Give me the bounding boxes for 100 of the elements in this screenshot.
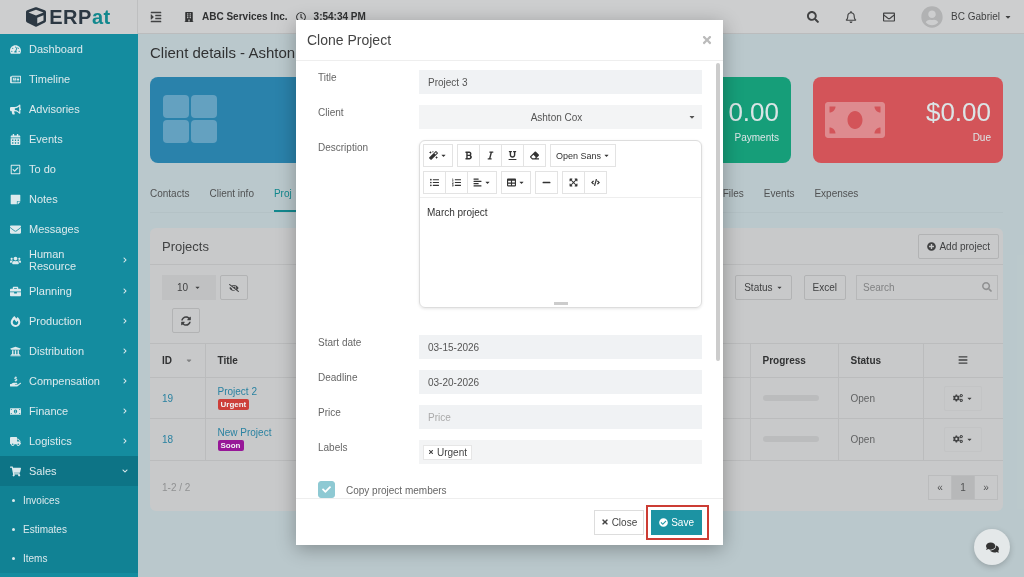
table-cell: 19 xyxy=(150,377,205,419)
table-button[interactable] xyxy=(501,171,531,194)
sidebar-item[interactable]: To do xyxy=(0,154,138,184)
close-button[interactable]: Close xyxy=(593,509,645,535)
sidebar-item[interactable]: Sales xyxy=(0,456,138,486)
style-button[interactable] xyxy=(423,144,453,167)
clock-icon xyxy=(295,11,306,22)
column-header: ID xyxy=(150,343,205,378)
label-tag: Urgent xyxy=(217,399,250,410)
save-button[interactable]: Save xyxy=(651,509,702,535)
page-size-select[interactable]: 10 xyxy=(162,275,216,300)
sidebar-item[interactable]: Advisories xyxy=(0,94,138,124)
align-button[interactable] xyxy=(467,171,497,194)
bell-icon[interactable] xyxy=(845,10,858,23)
user-menu[interactable]: BC Gabriel xyxy=(951,11,1012,22)
sidebar-item[interactable]: Logistics xyxy=(0,426,138,456)
sidebar-item[interactable]: Messages xyxy=(0,214,138,244)
sidebar-subitem[interactable]: Items xyxy=(0,544,138,573)
chat-button[interactable] xyxy=(974,529,1010,565)
sidebar-item[interactable]: Compensation xyxy=(0,366,138,396)
gears-icon xyxy=(953,393,964,403)
panel-title: Projects xyxy=(162,238,209,254)
tab[interactable]: Events xyxy=(763,177,805,212)
actions-button[interactable] xyxy=(944,385,983,411)
input-field[interactable]: Price xyxy=(419,405,702,429)
underline-button[interactable] xyxy=(501,144,524,167)
building-icon xyxy=(184,11,194,22)
fullscreen-button[interactable] xyxy=(562,171,585,194)
close-icon xyxy=(600,518,609,526)
numbered-list-icon xyxy=(452,178,461,187)
sidebar-item[interactable]: Finance xyxy=(0,396,138,426)
chevron-right-icon xyxy=(122,408,128,414)
note-icon xyxy=(10,193,21,205)
table-icon xyxy=(507,178,516,187)
column-header: Progress xyxy=(750,343,838,378)
cart-icon xyxy=(10,465,21,477)
italic-button[interactable] xyxy=(479,144,502,167)
page-title: Client details - Ashton xyxy=(150,44,297,61)
clear-format-button[interactable] xyxy=(523,144,546,167)
sidebar-item[interactable]: Events xyxy=(0,124,138,154)
code-view-button[interactable] xyxy=(584,171,607,194)
field-label: Title xyxy=(318,71,338,85)
sidebar-subitem[interactable]: Invoices xyxy=(0,486,138,515)
sidebar-subitem[interactable]: Estimates xyxy=(0,515,138,544)
bold-icon xyxy=(464,151,473,160)
input-field[interactable]: 03-15-2026 xyxy=(419,335,702,359)
tab[interactable]: Expenses xyxy=(814,177,869,212)
flame-icon xyxy=(10,315,21,327)
refresh-button[interactable] xyxy=(172,308,200,333)
underline-icon xyxy=(508,151,517,160)
caret-icon xyxy=(775,284,783,291)
sidebar-item[interactable]: Human Resource xyxy=(0,244,138,276)
checkbox[interactable] xyxy=(318,481,335,498)
bold-button[interactable] xyxy=(457,144,480,167)
input-field[interactable]: 03-20-2026 xyxy=(419,370,702,394)
labels-field[interactable]: Urgent xyxy=(419,440,702,464)
status-filter[interactable]: Status xyxy=(735,275,792,300)
resize-handle[interactable] xyxy=(553,302,568,305)
bullet-list-button[interactable] xyxy=(423,171,446,194)
add-project-button[interactable]: Add project xyxy=(918,233,999,259)
column-header: Status xyxy=(838,343,923,378)
numbered-list-button[interactable] xyxy=(445,171,468,194)
align-icon xyxy=(473,178,482,187)
client-select[interactable]: Ashton Cox xyxy=(419,105,702,129)
search-field[interactable]: Search xyxy=(856,275,998,300)
table-cell: Open xyxy=(838,418,923,460)
menu-toggle-icon[interactable] xyxy=(150,10,162,23)
chevron-right-icon xyxy=(122,318,128,324)
gears-icon xyxy=(953,434,964,445)
caret-icon xyxy=(518,179,525,186)
hand-coin-icon xyxy=(10,375,21,387)
eraser-icon xyxy=(530,151,539,160)
excel-button[interactable]: Excel xyxy=(803,275,846,300)
remove-icon[interactable] xyxy=(428,449,434,455)
sidebar-item[interactable]: Dashboard xyxy=(0,34,138,64)
sidebar-item[interactable]: Distribution xyxy=(0,336,138,366)
company-name: ABC Services Inc. xyxy=(202,11,288,22)
sidebar-item[interactable]: Timeline xyxy=(0,64,138,94)
label-chip[interactable]: Urgent xyxy=(423,444,472,460)
prev-page-button[interactable]: « xyxy=(928,474,952,500)
field-label: Labels xyxy=(318,441,349,455)
caret-icon xyxy=(440,152,447,159)
actions-button[interactable] xyxy=(944,426,983,452)
sidebar-item[interactable]: Notes xyxy=(0,184,138,214)
tab[interactable]: Contacts xyxy=(150,177,200,212)
next-page-button[interactable]: » xyxy=(974,474,998,500)
tab[interactable]: Files xyxy=(722,177,754,212)
column-visibility-button[interactable] xyxy=(220,275,248,300)
sidebar-item[interactable]: Planning xyxy=(0,276,138,306)
avatar xyxy=(921,5,944,28)
envelope-icon[interactable] xyxy=(883,10,896,23)
menu-icon[interactable] xyxy=(958,354,969,365)
label-tag: Soon xyxy=(217,440,244,452)
input-field[interactable]: Project 3 xyxy=(419,70,702,94)
page-button[interactable]: 1 xyxy=(951,474,975,500)
editor-text[interactable]: March project xyxy=(420,197,701,302)
search-icon[interactable] xyxy=(807,10,820,23)
sidebar-item[interactable]: Production xyxy=(0,306,138,336)
font-dropdown[interactable]: Open Sans xyxy=(550,144,617,167)
tab[interactable]: Client info xyxy=(209,177,264,212)
